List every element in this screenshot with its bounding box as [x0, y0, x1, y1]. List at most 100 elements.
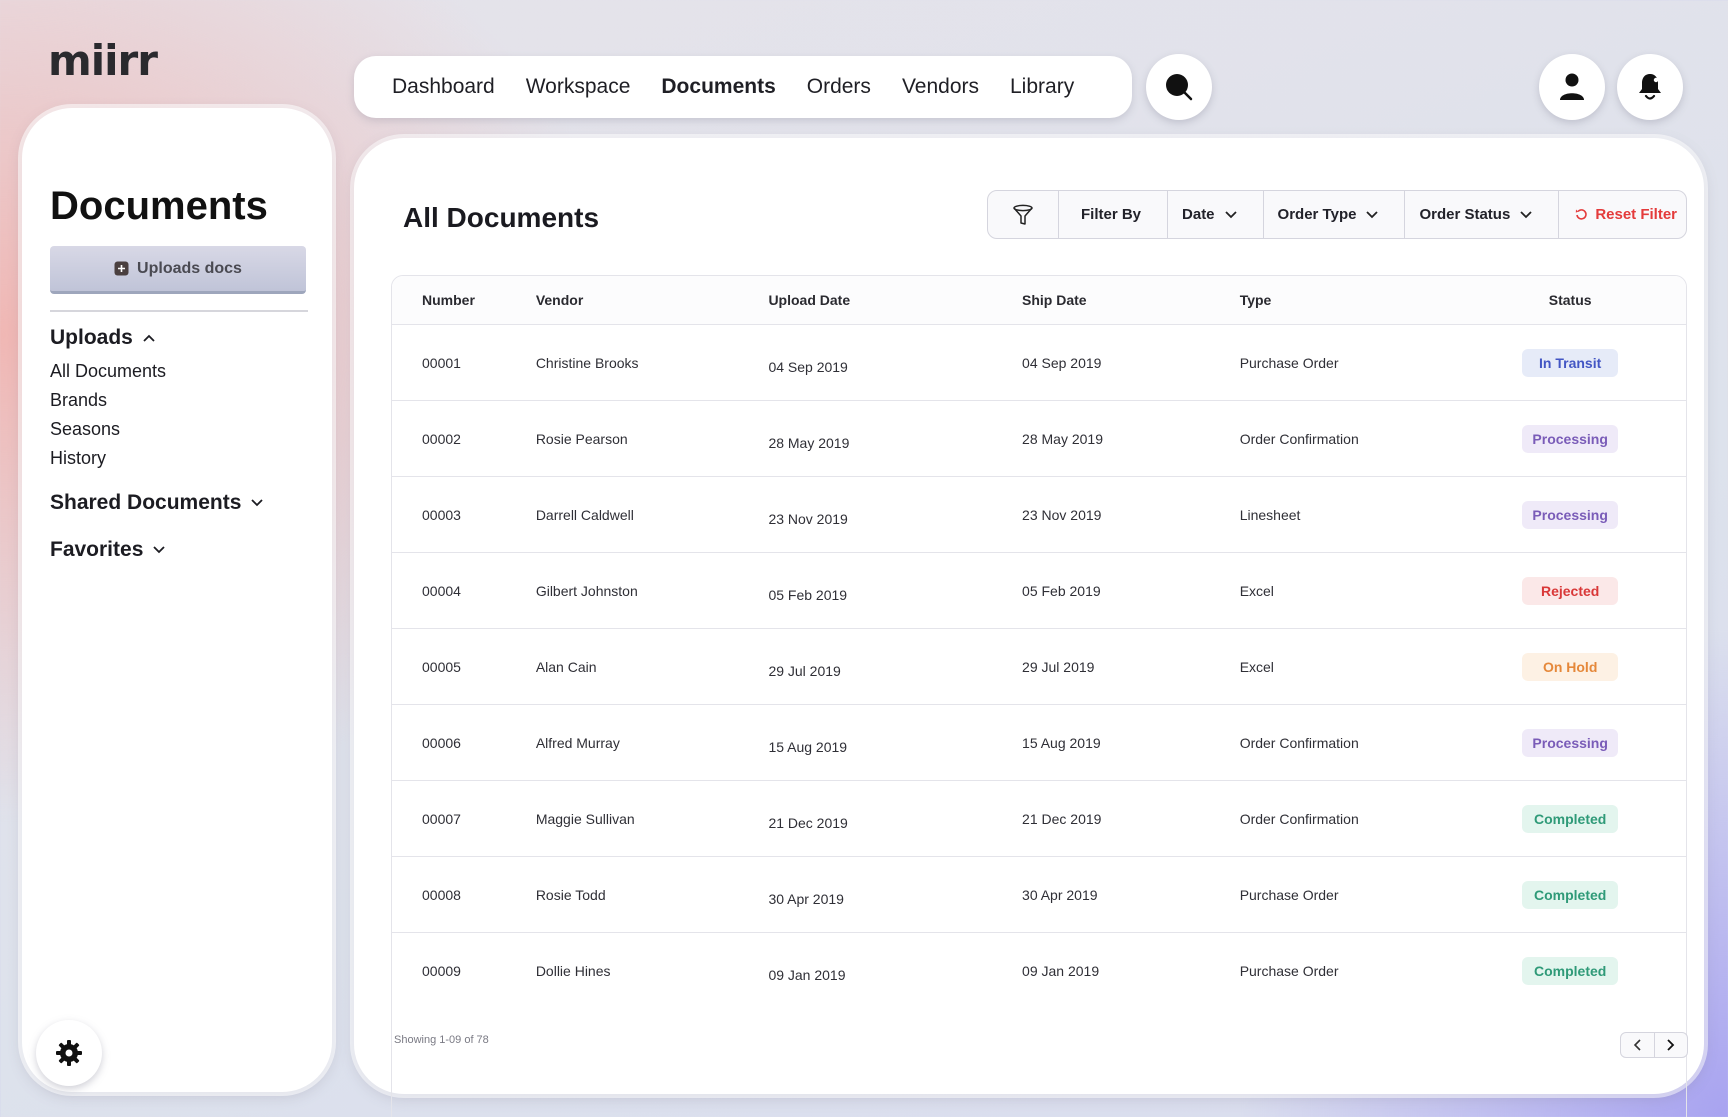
- nav-item-library[interactable]: Library: [1010, 75, 1074, 99]
- column-header-vendor[interactable]: Vendor: [536, 292, 769, 308]
- cell-ship-date: 21 Dec 2019: [1022, 810, 1102, 827]
- cell-type: Excel: [1239, 582, 1274, 599]
- cell-vendor: Christine Brooks: [535, 354, 639, 371]
- order-type-filter-label: Order Type: [1277, 206, 1357, 223]
- cell-status: Completed: [1454, 804, 1686, 833]
- user-profile-button[interactable]: [1539, 54, 1605, 120]
- column-header-status-label: Status: [1548, 292, 1592, 308]
- cell-number: 00001: [422, 354, 461, 371]
- nav-item-vendors[interactable]: Vendors: [902, 75, 979, 99]
- cell-type: Order Confirmation: [1239, 430, 1359, 447]
- nav-item-documents[interactable]: Documents: [661, 75, 775, 99]
- table-row[interactable]: 00007 Maggie Sullivan 21 Dec 2019 21 Dec 20…: [392, 781, 1686, 857]
- status-badge: Rejected: [1522, 576, 1619, 605]
- cell-ship-date: 04 Sep 2019: [1022, 354, 1102, 371]
- cell-vendor: Alfred Murray: [535, 734, 620, 751]
- table-body: 00001 Christine Brooks 04 Sep 2019 04 Sep 2…: [392, 325, 1686, 1009]
- sidebar-section-uploads[interactable]: Uploads: [50, 326, 155, 350]
- sidebar-item-seasons[interactable]: Seasons: [50, 419, 120, 440]
- status-badge: On Hold: [1522, 652, 1619, 681]
- table-header: Number Vendor Upload Date Ship Date Type…: [392, 276, 1686, 325]
- sidebar-section-favorites[interactable]: Favorites: [50, 538, 166, 562]
- date-filter-dropdown[interactable]: Date: [1168, 191, 1264, 238]
- status-badge: Processing: [1522, 424, 1619, 453]
- notifications-button[interactable]: [1617, 54, 1683, 120]
- chevron-down-icon: [1520, 210, 1532, 218]
- table-row[interactable]: 00009 Dollie Hines 09 Jan 2019 09 Jan 2019 P…: [392, 933, 1686, 1009]
- previous-page-button[interactable]: [1621, 1033, 1655, 1057]
- table-row[interactable]: 00002 Rosie Pearson 28 May 2019 28 May 2019…: [392, 401, 1686, 477]
- column-header-status[interactable]: Status: [1454, 292, 1686, 308]
- cell-vendor: Rosie Todd: [535, 886, 606, 903]
- order-status-filter-dropdown[interactable]: Order Status: [1405, 191, 1560, 238]
- status-badge: Completed: [1522, 880, 1619, 909]
- cell-vendor: Dollie Hines: [535, 963, 611, 979]
- cell-type: Purchase Order: [1239, 886, 1339, 903]
- sidebar-divider: [50, 310, 308, 312]
- nav-item-dashboard[interactable]: Dashboard: [392, 75, 495, 99]
- cell-status: Rejected: [1454, 576, 1686, 605]
- filter-funnel-icon: [1013, 204, 1033, 225]
- table-row[interactable]: 00006 Alfred Murray 15 Aug 2019 15 Aug 2019…: [392, 705, 1686, 781]
- cell-type: Linesheet: [1239, 506, 1301, 523]
- column-header-number[interactable]: Number: [392, 292, 536, 308]
- cell-number: 00009: [422, 963, 461, 979]
- filter-by-label: Filter By: [1059, 191, 1169, 238]
- cell-vendor: Alan Cain: [535, 658, 597, 675]
- chevron-up-icon: [143, 334, 155, 342]
- chevron-right-icon: [1667, 1039, 1675, 1051]
- next-page-button[interactable]: [1655, 1033, 1688, 1057]
- cell-vendor: Gilbert Johnston: [535, 582, 638, 599]
- cell-ship-date: 28 May 2019: [1022, 430, 1103, 447]
- table-row[interactable]: 00001 Christine Brooks 04 Sep 2019 04 Sep 2…: [392, 325, 1686, 401]
- sidebar-item-brands[interactable]: Brands: [50, 390, 107, 411]
- reset-filter-label: Reset Filter: [1595, 206, 1678, 223]
- search-button[interactable]: [1146, 54, 1212, 120]
- uploads-label: Uploads: [50, 326, 133, 349]
- settings-button[interactable]: [36, 1020, 102, 1086]
- chevron-down-icon: [153, 546, 166, 554]
- cell-number: 00007: [422, 810, 461, 827]
- nav-item-orders[interactable]: Orders: [807, 75, 871, 99]
- cell-status: Processing: [1454, 728, 1686, 757]
- filter-icon-button[interactable]: [988, 191, 1059, 238]
- cell-type: Excel: [1239, 658, 1274, 675]
- cell-ship-date: 23 Nov 2019: [1022, 506, 1102, 523]
- table-row[interactable]: 00004 Gilbert Johnston 05 Feb 2019 05 Feb 2…: [392, 553, 1686, 629]
- cell-number: 00003: [422, 506, 461, 523]
- order-type-filter-dropdown[interactable]: Order Type: [1264, 191, 1406, 238]
- sidebar-title: Documents: [50, 184, 268, 228]
- date-filter-label: Date: [1182, 206, 1215, 223]
- documents-panel: All Documents Filter By Date Order Type …: [354, 138, 1704, 1117]
- search-icon: [1166, 74, 1193, 101]
- cell-number: 00008: [422, 886, 461, 903]
- status-badge: Processing: [1522, 500, 1619, 529]
- nav-item-workspace[interactable]: Workspace: [526, 75, 631, 99]
- table-row[interactable]: 00003 Darrell Caldwell 23 Nov 2019 23 Nov 2…: [392, 477, 1686, 553]
- cell-upload-date: 04 Sep 2019: [768, 358, 848, 375]
- upload-docs-button[interactable]: Uploads docs: [50, 246, 306, 294]
- page-title: All Documents: [403, 202, 600, 233]
- app-logo: miirr: [48, 36, 158, 85]
- chevron-down-icon: [1366, 210, 1379, 218]
- column-header-ship-date[interactable]: Ship Date: [1022, 292, 1240, 308]
- cell-vendor: Darrell Caldwell: [535, 506, 634, 523]
- cell-upload-date: 21 Dec 2019: [768, 814, 848, 831]
- filter-bar: Filter By Date Order Type Order Status R: [987, 190, 1687, 239]
- cell-vendor: Rosie Pearson: [535, 430, 628, 447]
- upload-docs-label: Uploads docs: [137, 259, 242, 277]
- chevron-down-icon: [1224, 210, 1237, 218]
- table-row[interactable]: 00008 Rosie Todd 30 Apr 2019 30 Apr 2019 Pur…: [392, 857, 1686, 933]
- cell-type: Order Confirmation: [1239, 734, 1359, 751]
- order-status-filter-label: Order Status: [1419, 206, 1511, 223]
- table-row[interactable]: 00005 Alan Cain 29 Jul 2019 29 Jul 2019 Exce…: [392, 629, 1686, 705]
- cell-status: Completed: [1454, 957, 1686, 985]
- sidebar-item-all-documents[interactable]: All Documents: [50, 361, 166, 382]
- cell-status: Processing: [1454, 424, 1686, 453]
- sidebar-section-shared-documents[interactable]: Shared Documents: [50, 491, 264, 515]
- sidebar-item-history[interactable]: History: [50, 448, 106, 469]
- column-header-type[interactable]: Type: [1240, 292, 1455, 308]
- shared-documents-label: Shared Documents: [50, 491, 242, 514]
- column-header-upload-date[interactable]: Upload Date: [768, 292, 1022, 308]
- reset-filter-button[interactable]: Reset Filter: [1559, 191, 1677, 238]
